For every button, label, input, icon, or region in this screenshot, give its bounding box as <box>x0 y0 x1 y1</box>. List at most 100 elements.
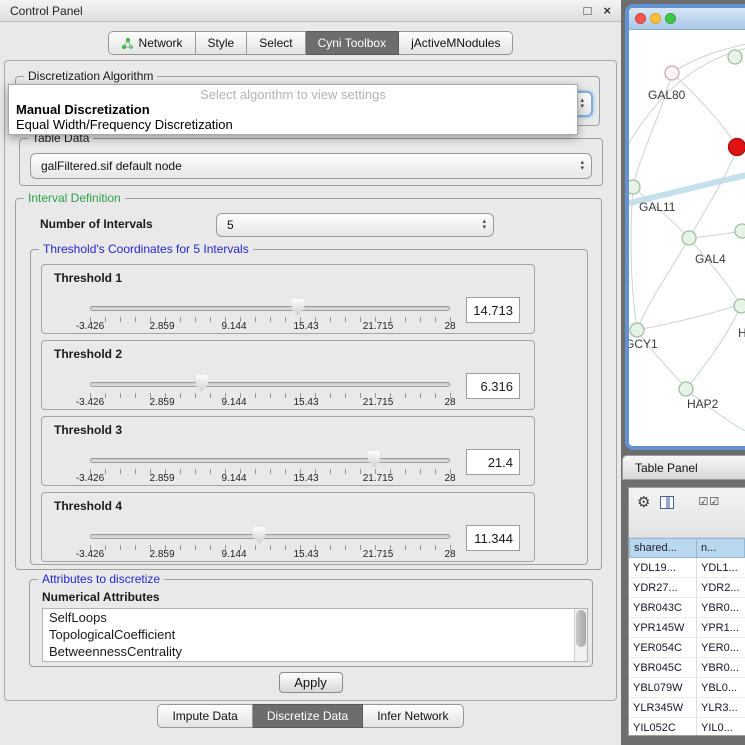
control-panel: Control Panel □ × Network Style Select C… <box>0 0 621 745</box>
popup-option-equal-width-frequency[interactable]: Equal Width/Frequency Discretization <box>9 117 577 132</box>
threshold-4-box: Threshold 4 -3.426 2.859 9.144 15.43 21.… <box>41 492 535 562</box>
threshold-1-box: Threshold 1 -3.426 2.859 9.144 15.43 21.… <box>41 264 535 334</box>
float-window-icon[interactable]: □ <box>584 4 592 17</box>
control-panel-title: Control Panel <box>10 4 572 18</box>
minimize-traffic-light-icon[interactable] <box>650 13 661 24</box>
table-row[interactable]: YBR045C YBR0... <box>629 658 745 678</box>
cell[interactable]: YBL0... <box>697 678 745 697</box>
column-header-shared-name[interactable]: shared... <box>629 538 697 558</box>
table-data-combo-value: galFiltered.sif default node <box>41 159 182 173</box>
slider-thumb[interactable] <box>291 299 304 316</box>
node-label: GCY1 <box>629 337 658 351</box>
tab-impute-data[interactable]: Impute Data <box>157 704 252 728</box>
close-icon[interactable]: × <box>603 4 611 17</box>
numerical-attributes-list[interactable]: SelfLoops TopologicalCoefficient Between… <box>42 608 588 662</box>
slider-scale: -3.426 2.859 9.144 15.43 21.715 28 <box>90 397 450 409</box>
tab-cyni-toolbox[interactable]: Cyni Toolbox <box>306 31 399 55</box>
slider-track[interactable] <box>90 534 450 539</box>
tab-label: jActiveMNodules <box>411 36 500 50</box>
column-header-name[interactable]: n... <box>697 538 745 558</box>
scale-label: 2.859 <box>149 397 174 408</box>
network-node[interactable] <box>728 50 742 64</box>
network-node[interactable] <box>630 323 644 337</box>
threshold-3-slider[interactable] <box>90 455 450 469</box>
slider-track[interactable] <box>90 458 450 463</box>
slider-thumb[interactable] <box>195 375 208 392</box>
columns-icon[interactable] <box>660 496 674 509</box>
cell[interactable]: YER0... <box>697 638 745 657</box>
cell[interactable]: YPR1... <box>697 618 745 637</box>
cell[interactable]: YDL19... <box>629 558 697 577</box>
table-row[interactable]: YIL052C YIL0... <box>629 718 745 736</box>
tab-select[interactable]: Select <box>247 31 305 55</box>
threshold-4-value[interactable]: 11.344 <box>466 525 520 551</box>
network-node[interactable] <box>679 382 693 396</box>
close-traffic-light-icon[interactable] <box>635 13 646 24</box>
cell[interactable]: YBR043C <box>629 598 697 617</box>
tab-network[interactable]: Network <box>108 31 196 55</box>
table-row[interactable]: YDR27... YDR2... <box>629 578 745 598</box>
apply-button[interactable]: Apply <box>279 672 343 693</box>
table-row[interactable]: YBR043C YBR0... <box>629 598 745 618</box>
cell[interactable]: YPR145W <box>629 618 697 637</box>
network-node[interactable] <box>682 231 696 245</box>
table-data-combo[interactable]: galFiltered.sif default node <box>30 153 592 179</box>
tab-style[interactable]: Style <box>196 31 248 55</box>
cell[interactable]: YBR045C <box>629 658 697 677</box>
group-label: Attributes to discretize <box>38 572 164 586</box>
number-of-intervals-combo[interactable]: 5 <box>216 213 494 237</box>
threshold-1-slider[interactable] <box>90 303 450 317</box>
scale-label: -3.426 <box>76 549 104 560</box>
list-item[interactable]: BetweennessCentrality <box>43 643 587 660</box>
list-item[interactable]: TopologicalCoefficient <box>43 626 587 643</box>
scale-label: 28 <box>444 397 455 408</box>
cell[interactable]: YIL0... <box>697 718 745 736</box>
node-label: GAL4 <box>695 252 726 266</box>
gear-icon[interactable]: ⚙ <box>637 495 650 510</box>
table-row[interactable]: YER054C YER0... <box>629 638 745 658</box>
cell[interactable]: YDR27... <box>629 578 697 597</box>
threshold-3-value[interactable]: 21.4 <box>466 449 520 475</box>
scrollbar-thumb[interactable] <box>576 610 586 647</box>
table-row[interactable]: YLR345W YLR3... <box>629 698 745 718</box>
cell[interactable]: YIL052C <box>629 718 697 736</box>
selected-network-node[interactable] <box>729 139 745 156</box>
cell[interactable]: YBR0... <box>697 598 745 617</box>
scale-label: 2.859 <box>149 549 174 560</box>
list-item[interactable]: SelfLoops <box>43 609 587 626</box>
network-window-titlebar[interactable] <box>629 8 745 30</box>
cell[interactable]: YBR0... <box>697 658 745 677</box>
threshold-2-slider[interactable] <box>90 379 450 393</box>
network-node[interactable] <box>734 299 745 313</box>
table-row[interactable]: YDL19... YDL1... <box>629 558 745 578</box>
cell[interactable]: YLR3... <box>697 698 745 717</box>
tab-infer-network[interactable]: Infer Network <box>363 704 463 728</box>
slider-thumb[interactable] <box>368 451 381 468</box>
cell[interactable]: YDR2... <box>697 578 745 597</box>
tab-jactivemnodules[interactable]: jActiveMNodules <box>399 31 513 55</box>
slider-thumb[interactable] <box>253 527 266 544</box>
cell[interactable]: YLR345W <box>629 698 697 717</box>
table-row[interactable]: YBL079W YBL0... <box>629 678 745 698</box>
threshold-4-slider[interactable] <box>90 531 450 545</box>
network-canvas[interactable]: GAL80 GAL11 GAL4 GCY1 HAP2 H <box>629 30 745 450</box>
network-node[interactable] <box>735 224 745 238</box>
zoom-traffic-light-icon[interactable] <box>665 13 676 24</box>
slider-track[interactable] <box>90 382 450 387</box>
slider-track[interactable] <box>90 306 450 311</box>
cell[interactable]: YBL079W <box>629 678 697 697</box>
tab-label: Impute Data <box>172 709 237 723</box>
tab-discretize-data[interactable]: Discretize Data <box>253 704 363 728</box>
threshold-1-value[interactable]: 14.713 <box>466 297 520 323</box>
threshold-2-value[interactable]: 6.316 <box>466 373 520 399</box>
network-node[interactable] <box>665 66 679 80</box>
table-panel-header[interactable]: Table Panel <box>622 455 745 480</box>
list-scrollbar[interactable] <box>574 609 587 661</box>
checkbox-icons[interactable]: ☑☑ <box>698 495 720 510</box>
cell[interactable]: YER054C <box>629 638 697 657</box>
tab-label: Network <box>139 36 183 50</box>
table-row[interactable]: YPR145W YPR1... <box>629 618 745 638</box>
network-node[interactable] <box>629 180 640 194</box>
cell[interactable]: YDL1... <box>697 558 745 577</box>
popup-option-manual-discretization[interactable]: Manual Discretization <box>9 102 577 117</box>
